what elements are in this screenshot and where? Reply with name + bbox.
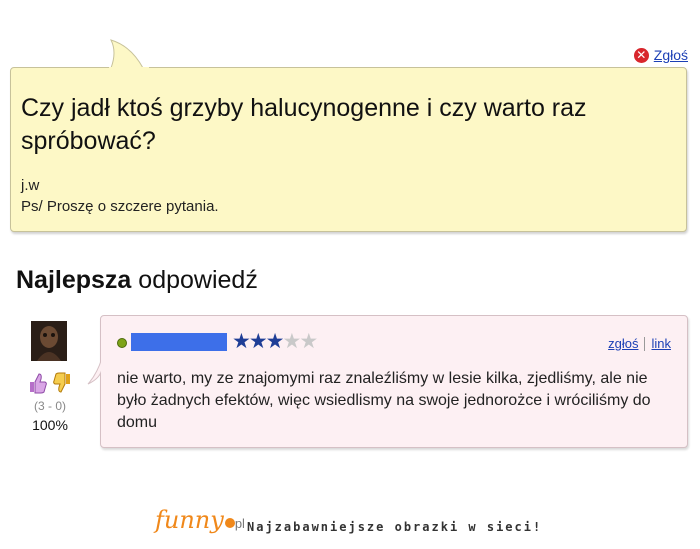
vote-buttons — [20, 372, 80, 394]
question-detail-line: Ps/ Proszę o szczere pytania. — [21, 198, 219, 215]
logo-text: funny — [155, 506, 224, 534]
question-detail-line: j.w — [21, 177, 40, 194]
vote-percent: 100% — [32, 417, 68, 433]
star-icon: ★ — [248, 330, 268, 353]
thumbs-up-icon[interactable] — [28, 372, 48, 394]
report-question[interactable]: ✕ Zgłoś — [633, 47, 688, 63]
star-icon: ★ — [265, 330, 285, 353]
permalink[interactable]: link — [651, 336, 671, 351]
heading-bold: Najlepsza — [16, 266, 132, 294]
best-answer-heading: Najlepsza odpowiedź — [16, 266, 258, 295]
username-redacted[interactable] — [131, 333, 227, 351]
footer: funny pl Najzabawniejsze obrazki w sieci! — [155, 506, 555, 546]
user-rating: ★★★★★ — [232, 330, 318, 354]
speech-tail — [109, 39, 149, 73]
site-tagline: Najzabawniejsze obrazki w sieci! — [247, 520, 543, 534]
logo-suffix: pl — [234, 516, 245, 531]
answer-actions: zgłoś link — [608, 336, 671, 351]
logo-dot — [224, 518, 235, 528]
divider — [644, 336, 646, 351]
report-answer-link[interactable]: zgłoś — [608, 336, 638, 351]
online-status-dot — [117, 338, 127, 348]
vote-count: (3 - 0) — [33, 399, 66, 413]
close-circle-icon: ✕ — [633, 47, 649, 63]
question-box: Czy jadł ktoś grzyby halucynogenne i czy… — [10, 39, 687, 232]
question-details: j.w Ps/ Proszę o szczere pytania. — [21, 175, 219, 217]
heading-rest: odpowiedź — [138, 266, 258, 294]
site-logo[interactable]: funny pl — [155, 506, 245, 534]
report-link[interactable]: Zgłoś — [654, 47, 688, 63]
user-avatar[interactable] — [31, 321, 67, 361]
answer-box: ★★★★★ zgłoś link nie warto, my ze znajom… — [87, 315, 688, 448]
question-title: Czy jadł ktoś grzyby halucynogenne i czy… — [21, 94, 587, 155]
star-icon: ★ — [282, 330, 301, 353]
avatar-image — [31, 321, 67, 361]
star-icon: ★ — [299, 330, 318, 353]
speech-tail — [87, 356, 103, 386]
answer-text: nie warto, my ze znajomymi raz znaleźliś… — [117, 370, 651, 431]
thumbs-down-icon[interactable] — [52, 372, 72, 394]
star-icon: ★ — [232, 330, 251, 353]
